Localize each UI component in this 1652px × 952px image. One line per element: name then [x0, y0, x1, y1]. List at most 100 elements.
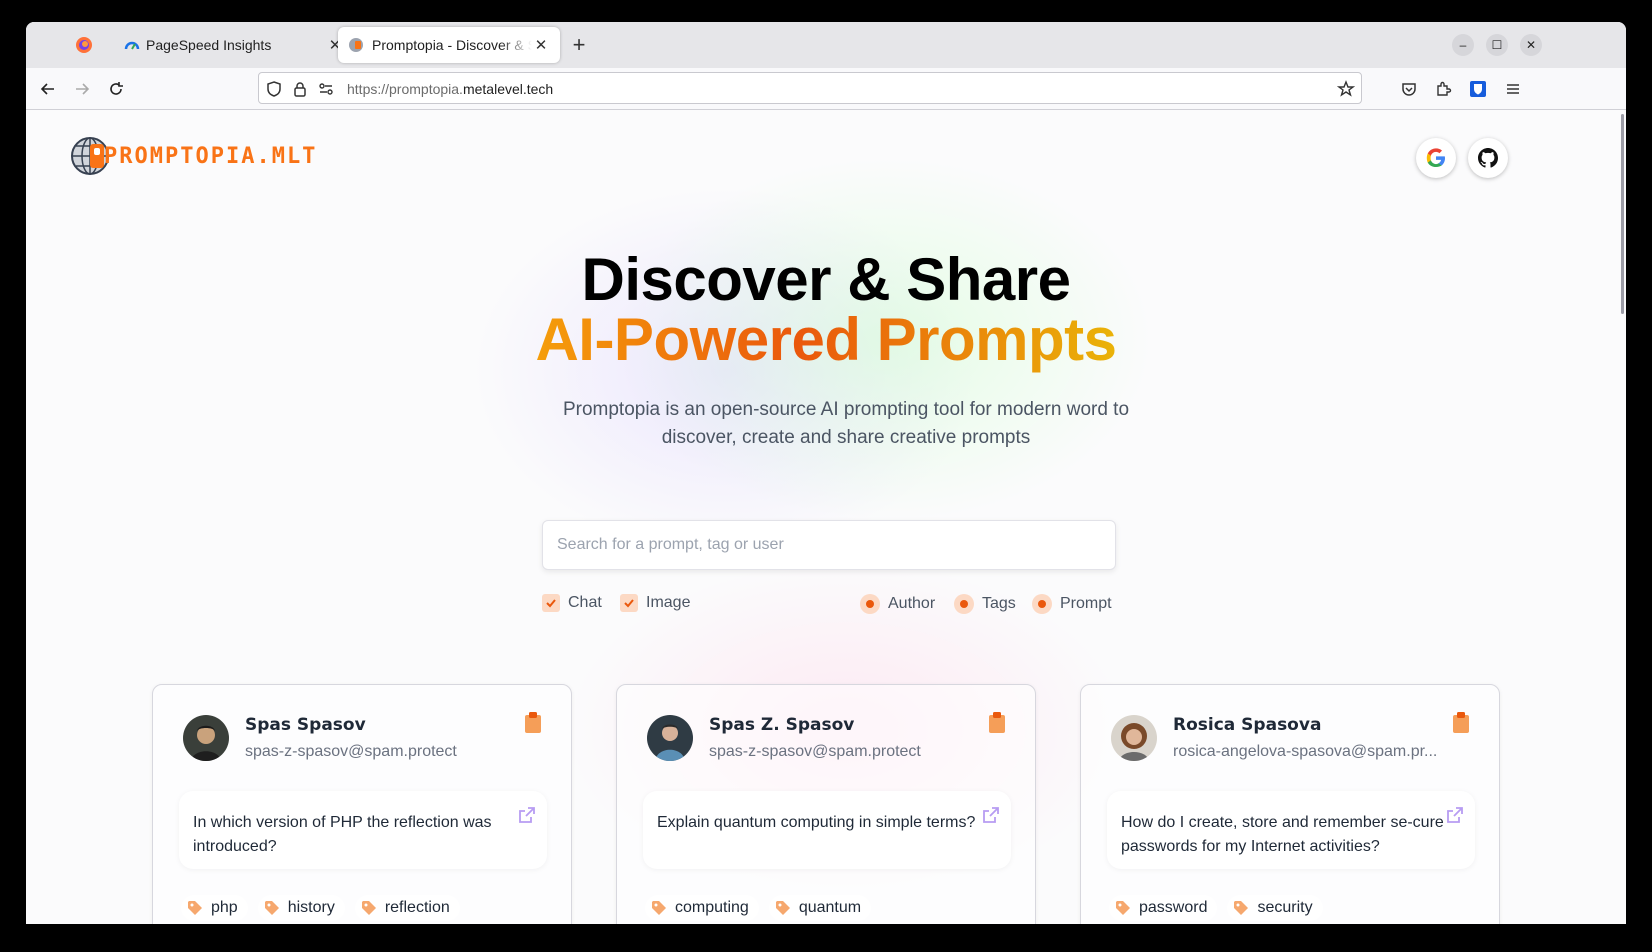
radio[interactable] — [954, 594, 974, 614]
avatar[interactable] — [1111, 715, 1157, 761]
forward-button[interactable] — [70, 77, 94, 101]
tab-pagespeed[interactable]: PageSpeed Insights ✕ — [114, 27, 354, 63]
tag-list: password security — [1109, 895, 1323, 921]
author-email: rosica-angelova-spasova@spam.pr... — [1173, 743, 1438, 760]
tag-label: security — [1257, 899, 1313, 916]
filter-label: Author — [888, 595, 936, 612]
clipboard-icon[interactable] — [1451, 711, 1471, 735]
tag-icon — [652, 901, 666, 915]
page-content: PROMPTOPIA.MLT Discover & Share AI-Power… — [26, 110, 1626, 924]
back-button[interactable] — [36, 77, 60, 101]
clipboard-icon[interactable] — [987, 711, 1007, 735]
prompt-text: In which version of PHP the reflection w… — [193, 814, 492, 855]
author-name[interactable]: Spas Spasov — [245, 715, 366, 735]
filter-image[interactable]: Image — [620, 594, 690, 612]
external-link-icon[interactable] — [1445, 805, 1465, 825]
tag-icon — [188, 901, 202, 915]
google-icon — [1426, 148, 1445, 167]
hero-gradient-text: AI-Powered Prompts — [535, 306, 1117, 373]
tag[interactable]: security — [1227, 895, 1323, 921]
tag-list: computing quantum — [645, 895, 872, 921]
avatar[interactable] — [647, 715, 693, 761]
author-email: spas-z-spasov@spam.protect — [709, 743, 921, 760]
filter-label: Image — [646, 594, 691, 611]
tag-icon — [1234, 901, 1249, 915]
scrollbar[interactable] — [1618, 110, 1626, 924]
close-window-button[interactable]: ✕ — [1520, 34, 1542, 56]
tag[interactable]: history — [257, 895, 345, 921]
lock-icon[interactable] — [291, 80, 309, 98]
filter-label: Tags — [982, 595, 1016, 612]
tag[interactable]: php — [181, 895, 248, 921]
prompt-box: In which version of PHP the reflection w… — [179, 791, 547, 869]
tag-label: password — [1139, 899, 1208, 916]
bookmark-star-icon[interactable] — [1337, 80, 1355, 98]
tag-icon — [1116, 901, 1130, 915]
user-avatar-image — [1111, 715, 1157, 761]
radio[interactable] — [1032, 594, 1052, 614]
reload-icon — [110, 82, 123, 95]
prompt-text: Explain quantum computing in simple term… — [657, 814, 976, 831]
prompt-card: Spas Z. Spasov spas-z-spasov@spam.protec… — [616, 684, 1036, 924]
check-icon — [624, 599, 634, 608]
url-host: metalevel.tech — [462, 81, 554, 97]
tab-title: PageSpeed Insights — [146, 37, 272, 53]
filter-label: Chat — [568, 594, 602, 611]
shield-icon[interactable] — [265, 80, 283, 98]
google-sign-in-button[interactable] — [1416, 138, 1456, 178]
url-text[interactable]: https://promptopia.metalevel.tech — [347, 81, 553, 97]
prompt-card: Rosica Spasova rosica-angelova-spasova@s… — [1080, 684, 1500, 924]
tag[interactable]: password — [1109, 895, 1218, 921]
checkbox[interactable] — [620, 594, 638, 612]
external-link-icon[interactable] — [981, 805, 1001, 825]
browser-window: PageSpeed Insights ✕ Promptopia - Discov… — [26, 22, 1626, 924]
filter-author[interactable]: Author — [860, 594, 935, 614]
tag-label: reflection — [384, 899, 450, 916]
tag-label: php — [211, 899, 238, 916]
hero-description: Promptopia is an open-source AI promptin… — [562, 399, 1130, 448]
menu-icon[interactable] — [1504, 80, 1522, 98]
checkbox[interactable] — [542, 594, 560, 612]
radio[interactable] — [860, 594, 880, 614]
prompt-card: Spas Spasov spas-z-spasov@spam.protect I… — [152, 684, 572, 924]
minimize-button[interactable]: – — [1452, 34, 1474, 56]
extensions-icon[interactable] — [1434, 80, 1452, 98]
tab-title: Promptopia - Discover & Share AI Prompts — [372, 37, 532, 53]
author-name[interactable]: Spas Z. Spasov — [709, 715, 854, 735]
nav-bar: https://promptopia.metalevel.tech — [26, 68, 1626, 110]
github-sign-in-button[interactable] — [1468, 138, 1508, 178]
author-name[interactable]: Rosica Spasova — [1173, 715, 1321, 735]
hero-subtitle: AI-Powered Prompts — [26, 310, 1626, 370]
clipboard-icon[interactable] — [523, 711, 543, 735]
permissions-icon[interactable] — [317, 80, 335, 98]
site-logo[interactable]: PROMPTOPIA.MLT — [70, 136, 317, 176]
tag[interactable]: reflection — [354, 895, 460, 921]
tab-promptopia[interactable]: Promptopia - Discover & Share AI Prompts… — [338, 27, 560, 63]
prompt-text: How do I create, store and remember se-c… — [1121, 814, 1444, 855]
filter-label: Prompt — [1060, 595, 1112, 612]
tag-label: quantum — [798, 899, 862, 916]
forward-arrow-icon — [76, 83, 90, 95]
tag-icon — [775, 901, 790, 915]
avatar[interactable] — [183, 715, 229, 761]
search-input[interactable] — [542, 520, 1116, 570]
new-tab-button[interactable]: + — [566, 32, 592, 58]
tag[interactable]: computing — [645, 895, 759, 921]
filter-tags[interactable]: Tags — [954, 594, 1016, 614]
user-avatar-image — [647, 715, 693, 761]
filter-chat[interactable]: Chat — [542, 594, 602, 612]
maximize-button[interactable]: ☐ — [1486, 34, 1508, 56]
filter-prompt[interactable]: Prompt — [1032, 594, 1112, 614]
firefox-view-tab[interactable] — [64, 27, 104, 63]
tag-list: php history reflection — [181, 895, 460, 921]
close-icon[interactable]: ✕ — [532, 36, 550, 54]
url-prefix: https://promptopia. — [347, 81, 463, 97]
hero-title: Discover & Share — [581, 246, 1071, 313]
reload-button[interactable] — [104, 77, 128, 101]
tab-strip: PageSpeed Insights ✕ Promptopia - Discov… — [26, 22, 1626, 68]
external-link-icon[interactable] — [517, 805, 537, 825]
tag[interactable]: quantum — [768, 895, 872, 921]
bitwarden-icon[interactable] — [1468, 79, 1488, 99]
pocket-icon[interactable] — [1400, 80, 1418, 98]
url-bar[interactable]: https://promptopia.metalevel.tech — [258, 72, 1362, 104]
